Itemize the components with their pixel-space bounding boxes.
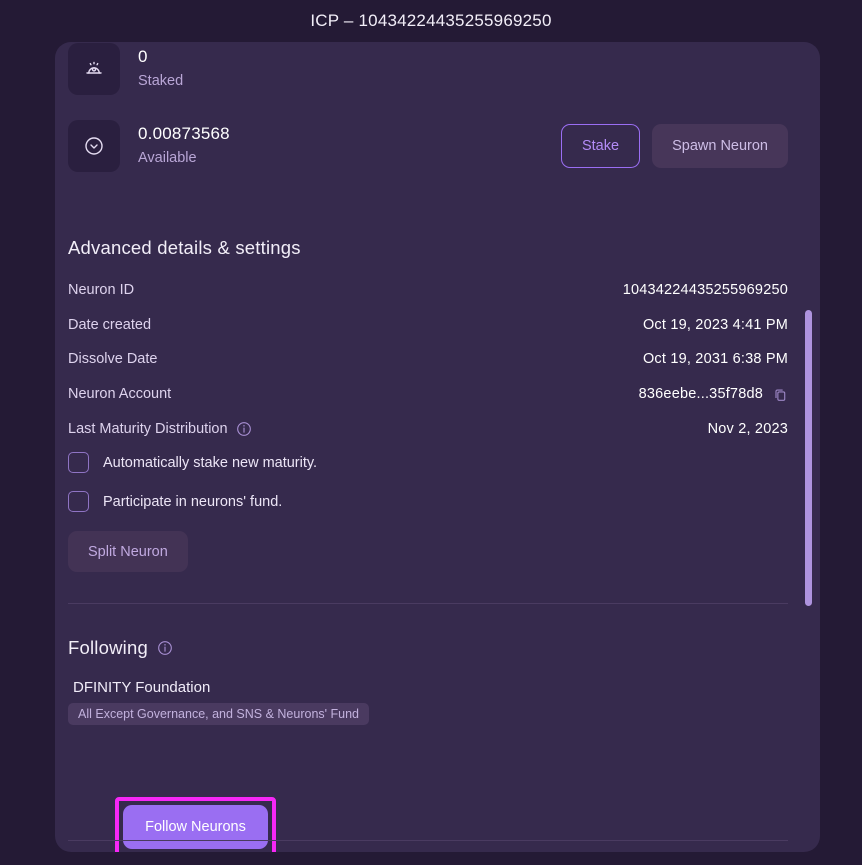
detail-label-group: Last Maturity Distribution	[68, 421, 252, 437]
detail-row-neuron-id: Neuron ID 10434224435255969250	[68, 278, 788, 302]
following-heading-group: Following	[68, 637, 173, 659]
staked-label: Staked	[138, 73, 184, 89]
detail-label: Date created	[68, 317, 152, 333]
staked-amount: 0	[138, 47, 148, 66]
following-entry-name: DFINITY Foundation	[73, 679, 211, 696]
neuron-detail-card: 0 Staked 0.00873568 Available Stake Spaw…	[55, 42, 820, 852]
detail-value: Oct 19, 2031 6:38 PM	[642, 351, 788, 367]
checkbox-label: Participate in neurons' fund.	[103, 493, 283, 510]
detail-label: Last Maturity Distribution	[68, 421, 228, 437]
detail-value: Oct 19, 2023 4:41 PM	[642, 317, 788, 333]
follow-neurons-button[interactable]: Follow Neurons	[123, 805, 268, 849]
detail-label: Dissolve Date	[68, 351, 158, 367]
spawn-neuron-button[interactable]: Spawn Neuron	[652, 124, 788, 168]
info-icon[interactable]	[236, 421, 252, 437]
detail-label: Neuron ID	[68, 282, 135, 298]
available-icon	[68, 120, 120, 172]
balance-row-available: 0.00873568 Available	[68, 120, 230, 172]
scrollbar-thumb[interactable]	[805, 310, 812, 606]
section-divider	[68, 603, 788, 604]
staked-icon	[68, 43, 120, 95]
checkbox-label: Automatically stake new maturity.	[103, 454, 318, 471]
detail-value: 10434224435255969250	[622, 282, 788, 298]
advanced-details-heading: Advanced details & settings	[68, 237, 301, 258]
following-heading: Following	[68, 637, 148, 658]
staked-text: 0 Staked	[138, 46, 183, 92]
neurons-fund-checkbox[interactable]	[68, 491, 89, 512]
checkbox-row-neurons-fund[interactable]: Participate in neurons' fund.	[68, 491, 282, 512]
bottom-divider	[68, 840, 788, 841]
available-text: 0.00873568 Available	[138, 123, 230, 169]
auto-stake-maturity-checkbox[interactable]	[68, 452, 89, 473]
stake-button[interactable]: Stake	[560, 124, 641, 168]
detail-row-dissolve-date: Dissolve Date Oct 19, 2031 6:38 PM	[68, 347, 788, 371]
neuron-account-value: 836eebe...35f78d8	[638, 386, 763, 402]
following-topics-chip: All Except Governance, and SNS & Neurons…	[68, 703, 370, 725]
copy-icon[interactable]	[773, 387, 788, 402]
detail-value: Nov 2, 2023	[707, 421, 788, 437]
balance-row-staked: 0 Staked	[68, 43, 183, 95]
balance-actions: Stake Spawn Neuron	[560, 124, 788, 168]
available-amount: 0.00873568	[138, 124, 230, 143]
checkbox-row-auto-stake-maturity[interactable]: Automatically stake new maturity.	[68, 452, 317, 473]
available-label: Available	[138, 150, 197, 166]
detail-label: Neuron Account	[68, 386, 172, 402]
scrollbar-track[interactable]	[804, 42, 814, 852]
info-icon[interactable]	[157, 640, 173, 656]
detail-row-last-maturity-distribution: Last Maturity Distribution Nov 2, 2023	[68, 417, 788, 441]
split-neuron-button[interactable]: Split Neuron	[68, 531, 188, 572]
detail-row-neuron-account: Neuron Account 836eebe...35f78d8	[68, 382, 788, 406]
detail-value-group: 836eebe...35f78d8	[639, 386, 788, 402]
page-title: ICP – 10434224435255969250	[310, 11, 552, 30]
detail-row-date-created: Date created Oct 19, 2023 4:41 PM	[68, 313, 788, 337]
